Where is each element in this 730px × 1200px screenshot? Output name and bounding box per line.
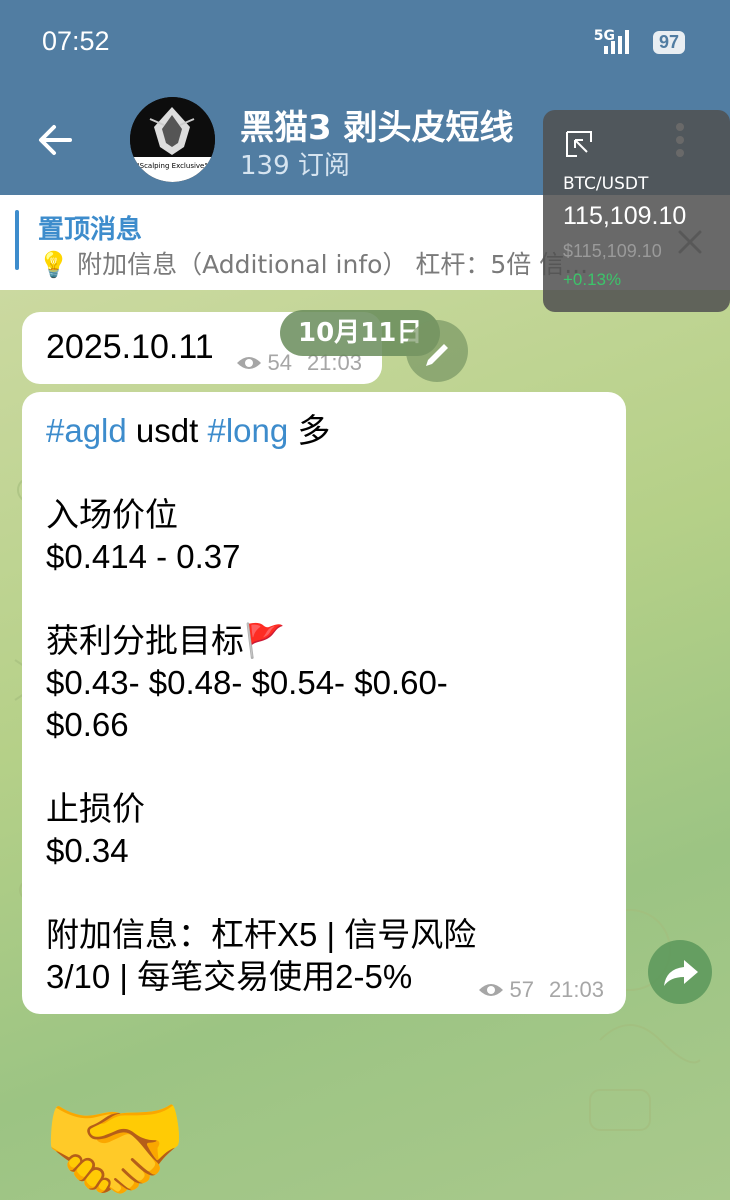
share-button[interactable] — [648, 940, 712, 1004]
pinned-text: 💡 附加信息（Additional info） 杠杆：5倍 信... — [38, 250, 589, 279]
message-time: 21:03 — [548, 977, 604, 1002]
price-ticker-overlay[interactable]: BTC/USDT 115,109.10 $115,109.10 +0.13% — [543, 110, 730, 312]
view-count: 57 — [509, 977, 534, 1002]
signal-icon — [604, 30, 629, 54]
channel-avatar[interactable]: "Scalping Exclusive" — [130, 97, 215, 182]
signal-message-bubble[interactable]: #agld usdt #long 多 入场价位 $0.414 - 0.37 获利… — [22, 392, 626, 1014]
message-word: usdt — [126, 412, 208, 449]
message-word: 多 — [288, 412, 331, 449]
signal-message-text: #agld usdt #long 多 入场价位 $0.414 - 0.37 获利… — [46, 410, 476, 998]
pinned-indicator — [15, 210, 19, 270]
battery-icon: 97 — [652, 31, 685, 54]
collapse-icon[interactable] — [565, 130, 593, 158]
message-meta: 57 21:03 — [478, 977, 604, 1003]
views-icon — [479, 984, 504, 996]
ticker-change: +0.13% — [563, 270, 622, 289]
status-bar: 07:52 5G 97 — [0, 0, 730, 85]
hashtag-agld[interactable]: #agld — [46, 412, 127, 449]
hashtag-long[interactable]: #long — [207, 412, 288, 449]
avatar-caption: "Scalping Exclusive" — [136, 162, 207, 170]
handshake-sticker[interactable]: 🤝 — [40, 1090, 189, 1200]
views-icon — [237, 357, 262, 369]
ticker-pair: BTC/USDT — [563, 174, 649, 194]
share-arrow-icon — [664, 960, 698, 986]
status-time: 07:52 — [42, 26, 110, 56]
edit-button[interactable] — [406, 320, 468, 382]
channel-title[interactable]: 黑猫3 剥头皮短线 — [240, 100, 514, 149]
message-text: 2025.10.11 — [46, 328, 214, 366]
ticker-price: 115,109.10 — [563, 202, 687, 230]
wolf-logo-icon: "Scalping Exclusive" — [130, 97, 215, 182]
pinned-title: 置顶消息 — [38, 215, 143, 245]
message-body: 入场价位 $0.414 - 0.37 获利分批目标🚩 $0.43- $0.48-… — [46, 496, 477, 995]
back-arrow-icon[interactable] — [30, 115, 80, 165]
subscriber-count: 139 订阅 — [240, 151, 350, 181]
pencil-icon — [426, 344, 448, 366]
view-count: 54 — [267, 350, 292, 375]
chat-area[interactable]: 2025.10.11 54 21:03 10月11日 #agld usdt #l… — [0, 290, 730, 1200]
ticker-usd-price: $115,109.10 — [563, 241, 662, 261]
